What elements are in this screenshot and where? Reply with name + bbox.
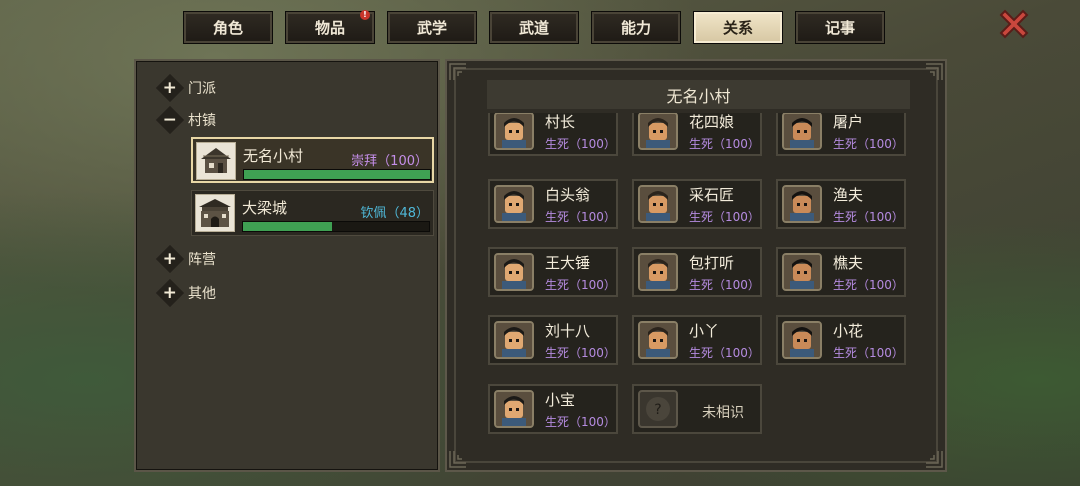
woodcutter-portrait	[782, 253, 822, 291]
tab-relations[interactable]: 关系	[694, 12, 782, 43]
npc-relation-status: 生死（100）	[689, 346, 760, 360]
npc-name: 刘十八	[545, 322, 591, 340]
svg-text:?: ?	[654, 402, 661, 418]
npc-card[interactable]: 渔夫生死（100）	[776, 179, 906, 229]
npc-relation-status: 生死（100）	[833, 210, 904, 224]
wang-dachui-portrait	[494, 253, 534, 291]
frame-corner-ornament	[926, 63, 943, 80]
close-button[interactable]	[996, 6, 1032, 42]
unknown-npc-card[interactable]: ? 未相识	[632, 384, 762, 434]
old-man-portrait	[494, 185, 534, 223]
xiaoya-portrait	[638, 321, 678, 359]
npc-name: 采石匠	[689, 186, 735, 204]
npc-name: 樵夫	[833, 254, 864, 272]
progress-fill	[244, 170, 430, 179]
relation-status: 钦佩（48）	[360, 206, 429, 221]
npc-relation-status: 生死（100）	[689, 137, 760, 151]
npc-name: 屠户	[833, 113, 864, 131]
region-title: 无名小村	[487, 80, 910, 109]
npc-relation-status: 生死（100）	[545, 346, 616, 360]
village-entry-daliangcheng[interactable]: 大梁城 钦佩（48）	[191, 190, 434, 236]
npc-card[interactable]: 刘十八生死（100）	[488, 315, 618, 365]
npc-relation-panel: 无名小村 村长 生死（100） 花四娘 生死（100） 屠户 生死（100） 白头翁 生死（1…	[445, 59, 947, 472]
stonemason-portrait	[638, 185, 678, 223]
question-mark-icon: ?	[638, 390, 678, 428]
tab-abilities[interactable]: 能力	[592, 12, 680, 43]
npc-card[interactable]: 屠户生死（100）	[776, 113, 906, 156]
npc-relation-status: 生死（100）	[833, 346, 904, 360]
category-label: 其他	[188, 286, 216, 302]
relation-status: 崇拜（100）	[351, 154, 428, 169]
npc-name: 小花	[833, 322, 864, 340]
npc-name: 白头翁	[545, 186, 591, 204]
collapse-icon: −	[155, 105, 185, 135]
npc-card[interactable]: 小宝生死（100）	[488, 384, 618, 434]
liu-shiba-portrait	[494, 321, 534, 359]
relation-category-panel: + 门派 − 村镇 无名小村 崇拜（100） 大梁城 钦佩（48） + 阵营 +…	[134, 59, 440, 472]
tab-character[interactable]: 角色	[184, 12, 272, 43]
village-name: 无名小村	[243, 147, 304, 165]
category-faction[interactable]: + 阵营	[155, 244, 216, 274]
tab-bar: 角色 物品! 武学 武道 能力 关系 记事	[0, 10, 1080, 46]
village-name: 大梁城	[242, 199, 288, 217]
frame-corner-ornament	[449, 451, 466, 468]
npc-name: 渔夫	[833, 186, 864, 204]
npc-relation-status: 生死（100）	[545, 210, 616, 224]
npc-name: 王大锤	[545, 254, 591, 272]
npc-card[interactable]: 小花生死（100）	[776, 315, 906, 365]
npc-name: 村长	[545, 113, 576, 131]
expand-icon: +	[155, 278, 185, 308]
frame-corner-ornament	[449, 63, 466, 80]
relation-progress-bar	[243, 169, 431, 180]
category-other[interactable]: + 其他	[155, 278, 216, 308]
city-gate-icon	[195, 194, 235, 232]
npc-relation-status: 生死（100）	[689, 210, 760, 224]
npc-name: 小宝	[545, 391, 576, 409]
npc-card[interactable]: 小丫生死（100）	[632, 315, 762, 365]
relation-progress-bar	[242, 221, 430, 232]
fisherman-portrait	[782, 185, 822, 223]
npc-relation-status: 生死（100）	[545, 137, 616, 151]
tab-items[interactable]: 物品!	[286, 10, 374, 43]
butcher-portrait	[782, 113, 822, 150]
npc-card[interactable]: 白头翁生死（100）	[488, 179, 618, 229]
village-chief-portrait	[494, 113, 534, 150]
progress-fill	[243, 222, 333, 231]
npc-card[interactable]: 王大锤生死（100）	[488, 247, 618, 297]
npc-card[interactable]: 樵夫生死（100）	[776, 247, 906, 297]
npc-relation-status: 生死（100）	[545, 415, 616, 429]
bao-dating-portrait	[638, 253, 678, 291]
category-sect[interactable]: + 门派	[155, 73, 216, 103]
npc-relation-status: 生死（100）	[689, 278, 760, 292]
village-house-icon	[196, 142, 236, 180]
npc-grid[interactable]: 村长 生死（100） 花四娘 生死（100） 屠户 生死（100） 白头翁 生死（100） 采石…	[488, 113, 918, 443]
npc-card[interactable]: 花四娘生死（100）	[632, 113, 762, 156]
npc-card[interactable]: 村长生死（100）	[488, 113, 618, 156]
close-x-icon	[999, 9, 1029, 39]
tab-martial-arts[interactable]: 武学	[388, 12, 476, 43]
village-entry-wumingxiaocun[interactable]: 无名小村 崇拜（100）	[191, 137, 434, 183]
category-label: 村镇	[188, 113, 216, 129]
category-village[interactable]: − 村镇	[155, 105, 216, 135]
unknown-label: 未相识	[702, 405, 744, 421]
tab-journal[interactable]: 记事	[796, 12, 884, 43]
category-label: 门派	[188, 81, 216, 97]
npc-card[interactable]: 采石匠生死（100）	[632, 179, 762, 229]
expand-icon: +	[155, 244, 185, 274]
tab-martial-path[interactable]: 武道	[490, 12, 578, 43]
expand-icon: +	[155, 73, 185, 103]
xiaohua-portrait	[782, 321, 822, 359]
notification-badge: !	[360, 10, 370, 20]
frame-corner-ornament	[926, 451, 943, 468]
category-label: 阵营	[188, 252, 216, 268]
npc-card[interactable]: 包打听生死（100）	[632, 247, 762, 297]
npc-name: 花四娘	[689, 113, 735, 131]
npc-relation-status: 生死（100）	[833, 278, 904, 292]
npc-name: 小丫	[689, 322, 720, 340]
npc-relation-status: 生死（100）	[833, 137, 904, 151]
hua-siniang-portrait	[638, 113, 678, 150]
npc-name: 包打听	[689, 254, 735, 272]
npc-relation-status: 生死（100）	[545, 278, 616, 292]
xiaobao-portrait	[494, 390, 534, 428]
